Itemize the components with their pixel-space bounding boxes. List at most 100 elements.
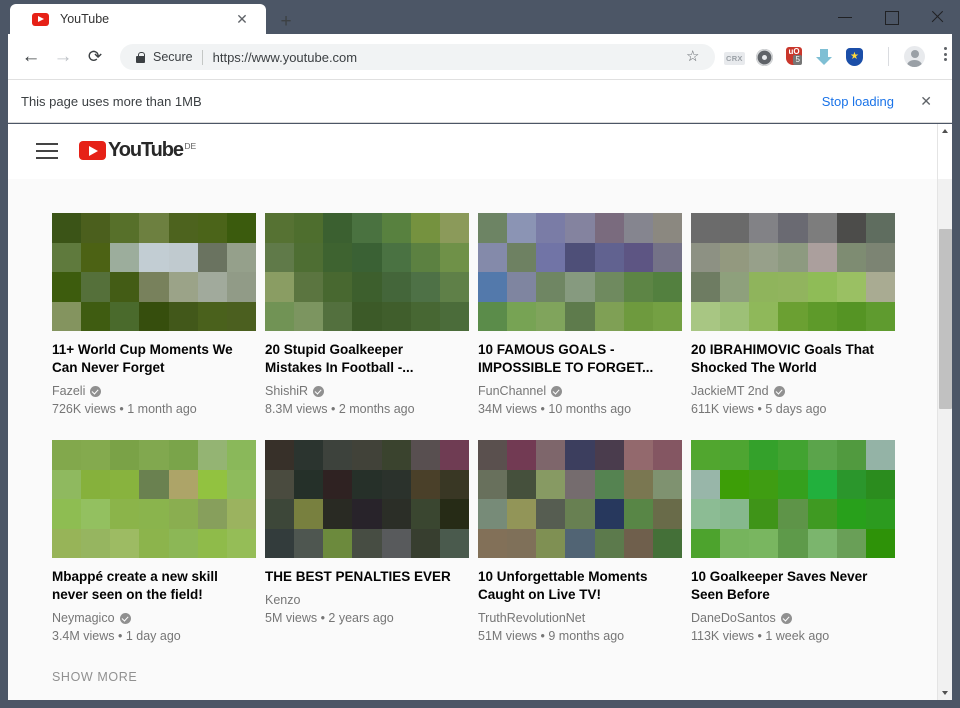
video-meta: 3.4M views • 1 day ago: [52, 629, 181, 643]
youtube-locale-superscript: DE: [184, 141, 197, 151]
tab-strip: YouTube ✕ +: [10, 4, 800, 34]
video-grid-row-1: 11+ World Cup Moments We Can Never Forge…: [52, 213, 904, 416]
video-thumbnail[interactable]: [478, 213, 682, 331]
forward-button[interactable]: →: [50, 44, 76, 70]
avatar[interactable]: [904, 46, 925, 67]
video-thumbnail[interactable]: [265, 440, 469, 558]
maximize-button[interactable]: [868, 0, 914, 32]
scroll-up-arrow-icon[interactable]: [938, 124, 952, 139]
video-card[interactable]: 20 IBRAHIMOVIC Goals That Shocked The Wo…: [691, 213, 904, 416]
video-thumbnail[interactable]: [691, 440, 895, 558]
verified-badge-icon: [90, 385, 102, 397]
video-card[interactable]: 20 Stupid Goalkeeper Mistakes In Footbal…: [265, 213, 478, 416]
video-title[interactable]: 10 FAMOUS GOALS - IMPOSSIBLE TO FORGET..…: [478, 341, 674, 377]
tab-close-icon[interactable]: ✕: [234, 11, 250, 27]
youtube-logo-text: YouTube: [108, 139, 184, 161]
video-card[interactable]: THE BEST PENALTIES EVER Kenzo 5M views • 2…: [265, 440, 478, 643]
verified-badge-icon: [119, 612, 131, 624]
video-grid-row-2: Mbappé create a new skill never seen on …: [52, 440, 904, 643]
video-thumbnail[interactable]: [478, 440, 682, 558]
verified-badge-icon: [780, 612, 792, 624]
video-meta: 51M views • 9 months ago: [478, 629, 625, 643]
video-channel[interactable]: Fazeli: [52, 384, 265, 398]
video-title[interactable]: 10 Unforgettable Moments Caught on Live …: [478, 568, 674, 604]
hamburger-icon[interactable]: [36, 143, 58, 159]
video-thumbnail[interactable]: [265, 213, 469, 331]
infobar-close-icon[interactable]: ✕: [920, 93, 932, 110]
ublock-origin-icon[interactable]: uO 5: [780, 43, 810, 71]
video-card[interactable]: 10 Unforgettable Moments Caught on Live …: [478, 440, 691, 643]
video-meta: 113K views • 1 week ago: [691, 629, 830, 643]
page-notification-bar: This page uses more than 1MB Stop loadin…: [8, 79, 952, 123]
channel-name: Fazeli: [52, 384, 86, 398]
video-title[interactable]: Mbappé create a new skill never seen on …: [52, 568, 248, 604]
ublock-blocked-count-badge: 5: [793, 55, 803, 65]
channel-name: Neymagico: [52, 611, 115, 625]
browser-tab-youtube[interactable]: YouTube ✕: [10, 4, 266, 34]
lock-icon: [136, 51, 145, 63]
video-channel[interactable]: DaneDoSantos: [691, 611, 904, 625]
title-bar: YouTube ✕ +: [0, 0, 960, 34]
video-title[interactable]: 10 Goalkeeper Saves Never Seen Before: [691, 568, 887, 604]
video-thumbnail[interactable]: [52, 440, 256, 558]
infobar-message: This page uses more than 1MB: [21, 93, 202, 109]
youtube-logo[interactable]: YouTube DE: [79, 140, 196, 161]
video-card[interactable]: 11+ World Cup Moments We Can Never Forge…: [52, 213, 265, 416]
video-channel[interactable]: Kenzo: [265, 593, 478, 607]
browser-toolbar: ← → ⟳ Secure https://www.youtube.com ☆ C…: [8, 34, 952, 79]
toolbar-divider: [888, 47, 889, 66]
show-more-button[interactable]: SHOW MORE: [52, 670, 137, 684]
url-text: https://www.youtube.com: [212, 49, 358, 65]
omnibox-divider: [201, 49, 203, 65]
back-button[interactable]: ←: [18, 44, 44, 70]
video-thumbnail[interactable]: [52, 213, 256, 331]
verified-badge-icon: [551, 385, 563, 397]
video-channel[interactable]: ShishiR: [265, 384, 478, 398]
extension-toolbar: CRX uO 5 ★: [720, 43, 870, 71]
download-manager-icon[interactable]: [810, 43, 840, 71]
new-tab-button[interactable]: +: [274, 10, 298, 34]
video-card[interactable]: Mbappé create a new skill never seen on …: [52, 440, 265, 643]
video-card[interactable]: 10 Goalkeeper Saves Never Seen Before Dan…: [691, 440, 904, 643]
video-title[interactable]: 20 Stupid Goalkeeper Mistakes In Footbal…: [265, 341, 461, 377]
window-controls: [822, 0, 960, 34]
verified-badge-icon: [313, 385, 325, 397]
minimize-button[interactable]: [822, 0, 868, 32]
video-title[interactable]: THE BEST PENALTIES EVER: [265, 568, 461, 586]
channel-name: Kenzo: [265, 593, 301, 607]
verified-badge-icon: [773, 385, 785, 397]
video-channel[interactable]: JackieMT 2nd: [691, 384, 904, 398]
reload-button[interactable]: ⟳: [82, 44, 108, 70]
channel-name: JackieMT 2nd: [691, 384, 769, 398]
video-meta: 34M views • 10 months ago: [478, 402, 632, 416]
address-bar[interactable]: Secure https://www.youtube.com: [120, 44, 715, 70]
video-channel[interactable]: Neymagico: [52, 611, 265, 625]
kebab-menu-icon[interactable]: [937, 47, 953, 66]
youtube-favicon-icon: [32, 12, 49, 26]
video-thumbnail[interactable]: [691, 213, 895, 331]
video-meta: 726K views • 1 month ago: [52, 402, 197, 416]
channel-name: TruthRevolutionNet: [478, 611, 586, 625]
bookmark-star-icon[interactable]: ☆: [686, 47, 699, 65]
scrollbar-thumb[interactable]: [939, 229, 952, 409]
film-reel-extension-icon[interactable]: [750, 43, 780, 71]
video-channel[interactable]: TruthRevolutionNet: [478, 611, 691, 625]
tab-title: YouTube: [60, 12, 110, 26]
page-viewport: Recommended 11+ World Cup Moments We Can…: [8, 124, 952, 700]
video-title[interactable]: 11+ World Cup Moments We Can Never Forge…: [52, 341, 248, 377]
page-scrollbar[interactable]: [937, 124, 952, 700]
youtube-play-icon: [79, 141, 106, 160]
channel-name: FunChannel: [478, 384, 547, 398]
crx-extension-icon[interactable]: CRX: [720, 43, 750, 71]
channel-name: ShishiR: [265, 384, 309, 398]
police-badge-extension-icon[interactable]: ★: [840, 43, 870, 71]
video-card[interactable]: 10 FAMOUS GOALS - IMPOSSIBLE TO FORGET..…: [478, 213, 691, 416]
scroll-down-arrow-icon[interactable]: [938, 685, 952, 700]
browser-window: YouTube ✕ + ← → ⟳ Secure https://www.you…: [0, 0, 960, 708]
video-channel[interactable]: FunChannel: [478, 384, 691, 398]
video-title[interactable]: 20 IBRAHIMOVIC Goals That Shocked The Wo…: [691, 341, 887, 377]
youtube-masthead: YouTube DE: [8, 124, 937, 179]
stop-loading-link[interactable]: Stop loading: [822, 94, 894, 109]
video-meta: 611K views • 5 days ago: [691, 402, 827, 416]
close-window-button[interactable]: [914, 0, 960, 32]
